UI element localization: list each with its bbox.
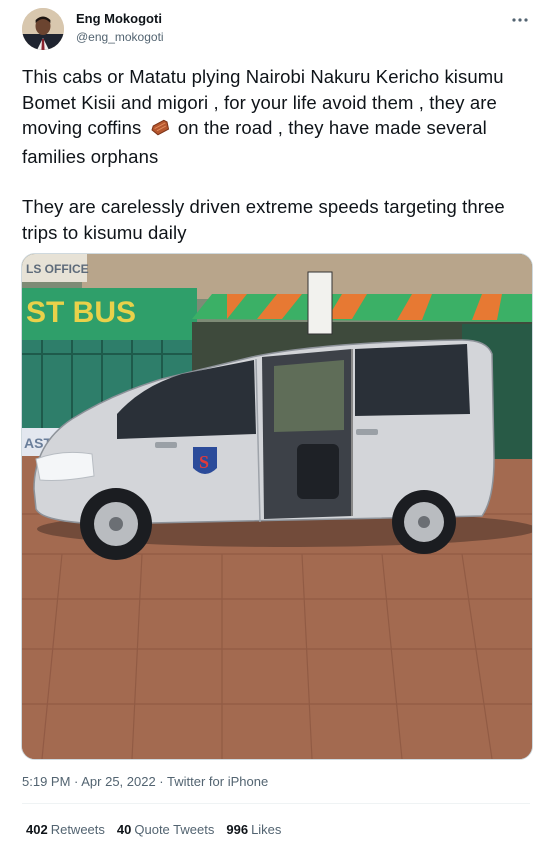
matatu-photo: LS OFFICE ST BUS AST S (22, 254, 532, 759)
tweet-meta: 5:19 PM · Apr 25, 2022 · Twitter for iPh… (22, 774, 268, 790)
quote-tweets-label: Quote Tweets (134, 822, 215, 837)
divider-top (22, 803, 530, 804)
retweets-count: 402 (26, 822, 48, 837)
coffin-emoji-icon (149, 118, 171, 144)
likes-label: Likes (251, 822, 282, 837)
user-handle[interactable]: @eng_mokogoti (76, 29, 164, 45)
quote-tweets-count: 40 (116, 822, 132, 837)
tweet-timestamp[interactable]: 5:19 PM · Apr 25, 2022 · (22, 774, 167, 789)
user-block: Eng Mokogoti @eng_mokogoti (76, 11, 164, 45)
company-logo-icon: S (193, 447, 217, 474)
tweet-photo[interactable]: LS OFFICE ST BUS AST S (21, 253, 533, 760)
display-name[interactable]: Eng Mokogoti (76, 11, 164, 27)
tweet-text: This cabs or Matatu plying Nairobi Nakur… (22, 64, 532, 245)
svg-text:S: S (199, 452, 209, 472)
quote-tweets-stat[interactable]: 40 Quote Tweets (117, 822, 214, 838)
likes-stat[interactable]: 996 Likes (226, 822, 281, 838)
tweet-stats: 402 Retweets 40 Quote Tweets 996 Likes (26, 822, 281, 838)
tweet-paragraph-1: This cabs or Matatu plying Nairobi Nakur… (22, 64, 532, 169)
sign-office-text: LS OFFICE (26, 262, 89, 276)
retweets-stat[interactable]: 402 Retweets (26, 822, 105, 838)
tweet-paragraph-2: They are carelessly driven extreme speed… (22, 196, 505, 243)
likes-count: 996 (226, 822, 249, 837)
ellipsis-icon (512, 18, 528, 22)
retweets-label: Retweets (50, 822, 105, 837)
tweet-card: Eng Mokogoti @eng_mokogoti This cabs or … (0, 0, 554, 846)
tweet-source[interactable]: Twitter for iPhone (167, 774, 268, 789)
tweet-header: Eng Mokogoti @eng_mokogoti (22, 8, 534, 54)
more-options-button[interactable] (508, 10, 532, 30)
user-avatar-photo-icon (22, 8, 64, 50)
avatar[interactable] (22, 8, 64, 50)
sign-bus-text: ST BUS (26, 296, 136, 329)
